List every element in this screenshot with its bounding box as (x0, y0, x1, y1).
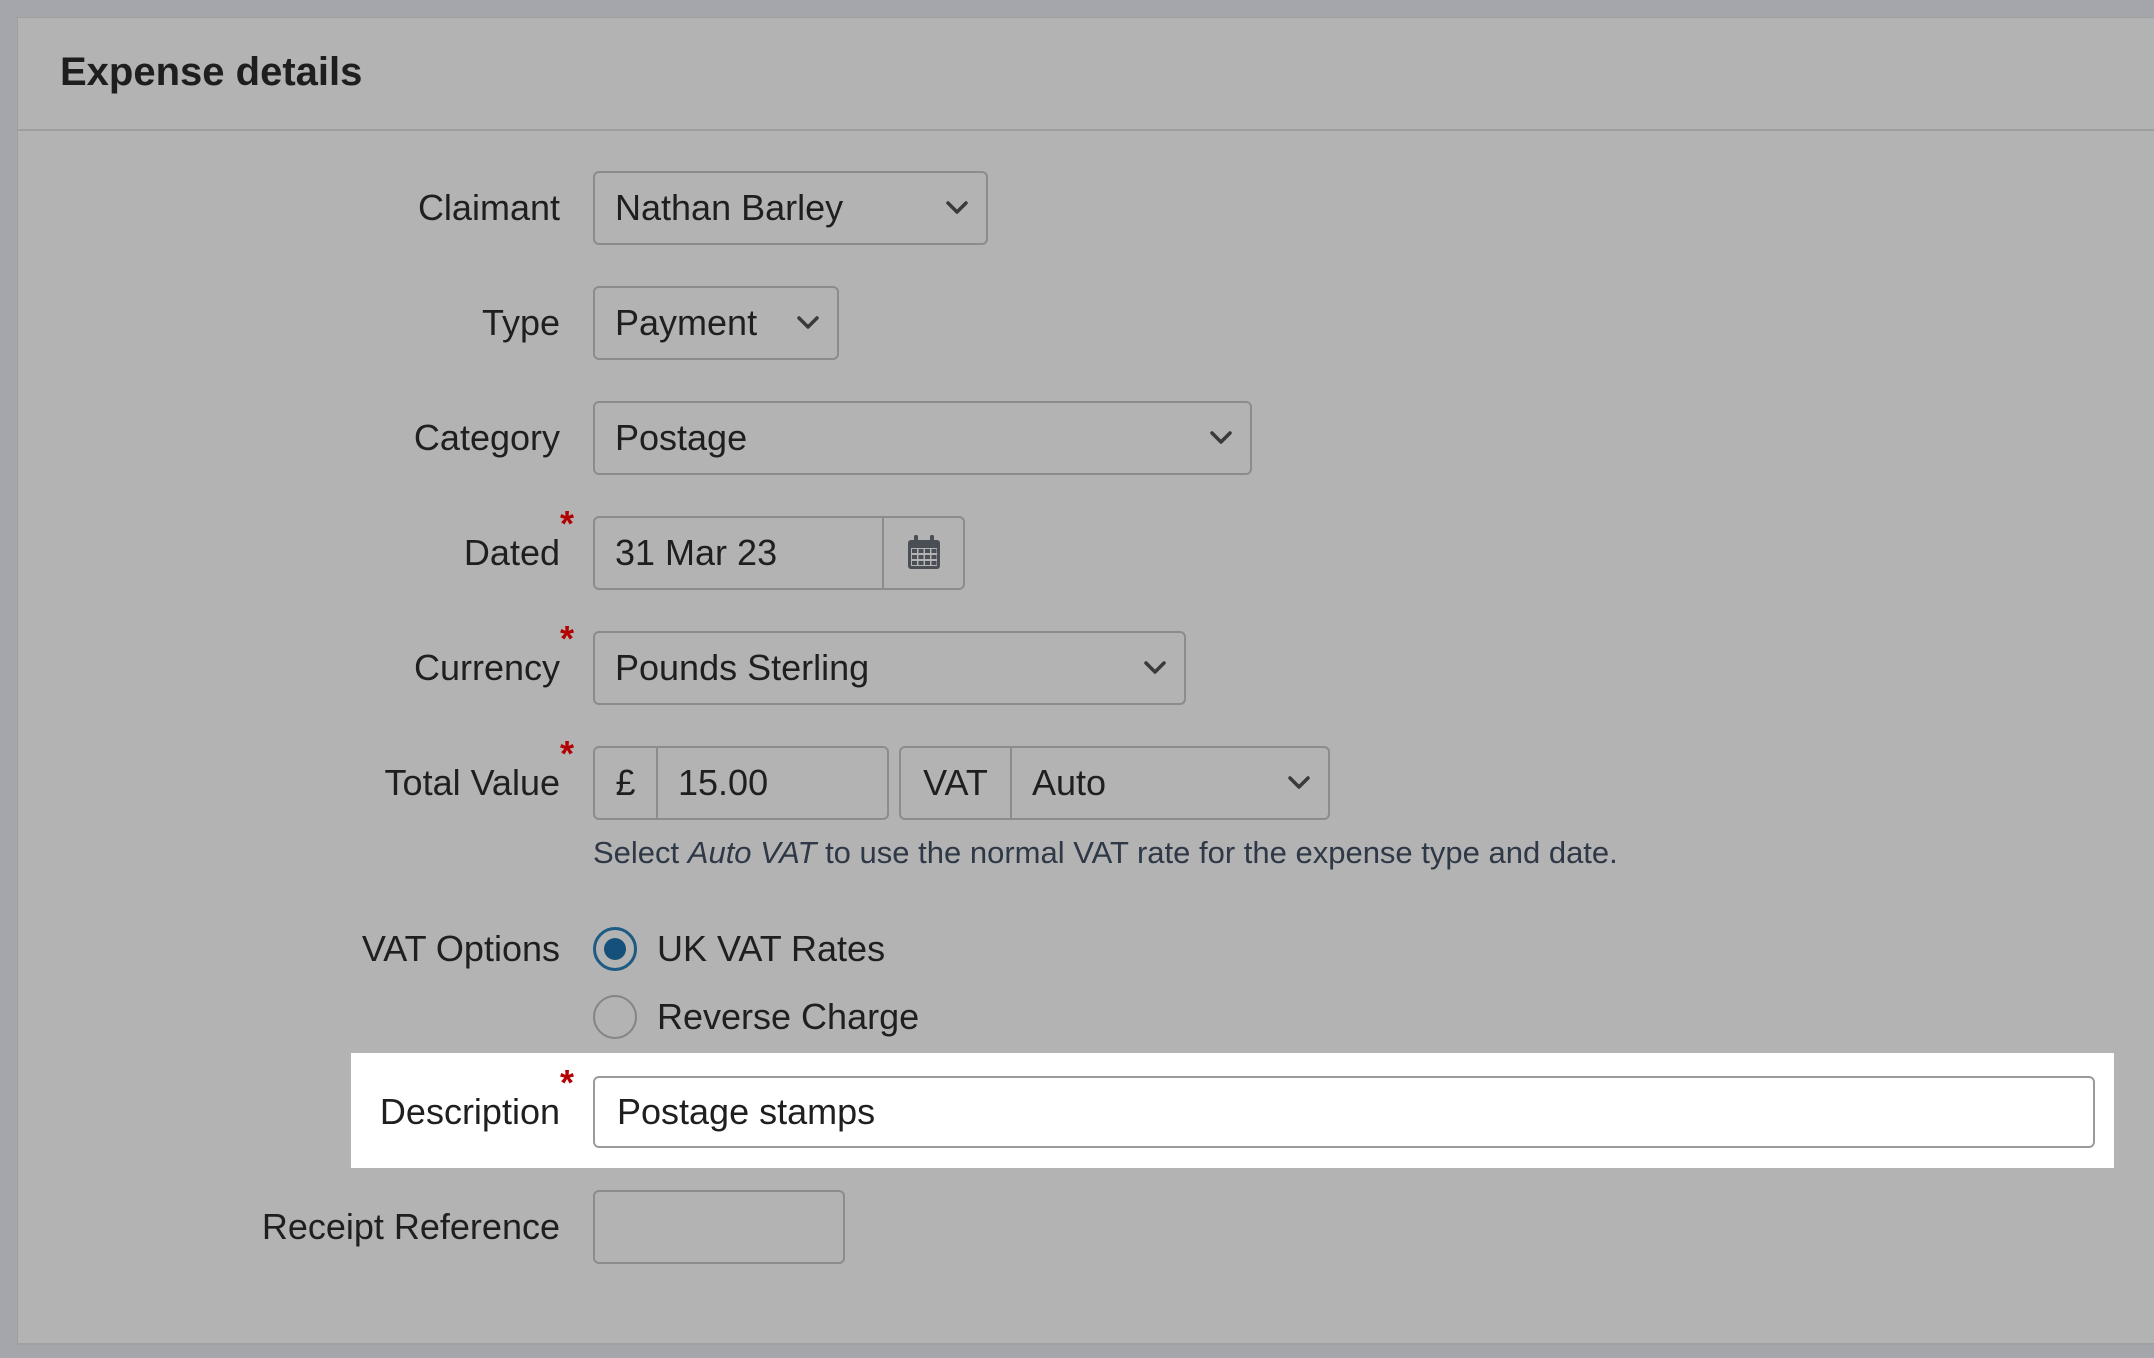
dated-input[interactable]: 31 Mar 23 (595, 518, 884, 588)
vat-options-label: VAT Options (362, 912, 560, 986)
chevron-down-icon (1288, 776, 1310, 789)
vat-addon-label: VAT (923, 762, 988, 803)
chevron-down-icon (1144, 661, 1166, 674)
chevron-down-icon (1210, 431, 1232, 444)
vat-addon: VAT (901, 748, 1012, 818)
claimant-label: Claimant (418, 171, 560, 245)
claimant-select-value: Nathan Barley (615, 187, 844, 228)
type-select[interactable]: Payment (593, 286, 839, 360)
vat-select-value: Auto (1032, 762, 1107, 803)
chevron-down-icon (797, 316, 819, 329)
calendar-icon (907, 535, 940, 569)
type-select-value: Payment (615, 302, 758, 343)
total-value-label: Total Value * (384, 736, 574, 820)
panel-header: Expense details (18, 18, 2154, 131)
currency-label-text: Currency (413, 647, 560, 688)
total-value-input[interactable]: 15.00 (658, 748, 887, 818)
radio-label: UK VAT Rates (657, 928, 886, 969)
type-label-text: Type (481, 302, 560, 343)
vat-select[interactable]: Auto (1012, 748, 1328, 818)
currency-label: Currency * (413, 621, 574, 705)
required-asterisk: * (559, 618, 574, 659)
category-label: Category (414, 401, 560, 475)
description-value: Postage stamps (617, 1091, 876, 1132)
dated-input-group: 31 Mar 23 (593, 516, 965, 590)
radio-reverse-charge[interactable]: Reverse Charge (593, 992, 919, 1042)
dated-label: Dated * (463, 506, 574, 590)
category-select-value: Postage (615, 417, 748, 458)
category-label-text: Category (413, 417, 560, 458)
dated-input-value: 31 Mar 23 (615, 532, 778, 573)
type-label: Type (482, 286, 560, 360)
radio-unselected-icon[interactable] (593, 995, 637, 1039)
description-label: Description * (379, 1065, 574, 1149)
vat-input-group: VAT Auto (899, 746, 1330, 820)
currency-select-value: Pounds Sterling (615, 647, 870, 688)
vat-help-text: Select Auto VAT to use the normal VAT ra… (593, 835, 1618, 871)
currency-symbol-addon: £ (595, 748, 658, 818)
receipt-reference-input[interactable] (593, 1190, 845, 1264)
vat-options-label-text: VAT Options (361, 928, 560, 969)
currency-select[interactable]: Pounds Sterling (593, 631, 1186, 705)
claimant-select[interactable]: Nathan Barley (593, 171, 988, 245)
radio-label: Reverse Charge (657, 996, 920, 1037)
help-prefix: Select (593, 835, 688, 870)
description-label-text: Description (379, 1091, 560, 1132)
category-select[interactable]: Postage (593, 401, 1252, 475)
required-asterisk: * (559, 733, 574, 774)
receipt-reference-label: Receipt Reference (262, 1190, 560, 1264)
receipt-reference-label-text: Receipt Reference (261, 1206, 560, 1247)
help-emphasis: Auto VAT (687, 835, 817, 870)
total-value-input-group: £ 15.00 (593, 746, 889, 820)
date-picker-button[interactable] (884, 518, 963, 588)
total-value-label-text: Total Value (384, 762, 560, 803)
chevron-down-icon (946, 201, 968, 214)
claimant-label-text: Claimant (417, 187, 560, 228)
dated-label-text: Dated (463, 532, 560, 573)
panel-title: Expense details (60, 50, 363, 94)
currency-symbol: £ (615, 762, 636, 803)
total-value-amount: 15.00 (678, 762, 769, 803)
radio-selected-icon[interactable] (593, 927, 637, 971)
help-suffix: to use the normal VAT rate for the expen… (816, 835, 1618, 870)
required-asterisk: * (559, 503, 574, 544)
radio-uk-vat-rates[interactable]: UK VAT Rates (593, 924, 885, 974)
required-asterisk: * (559, 1062, 574, 1103)
description-input[interactable]: Postage stamps (593, 1076, 2095, 1148)
